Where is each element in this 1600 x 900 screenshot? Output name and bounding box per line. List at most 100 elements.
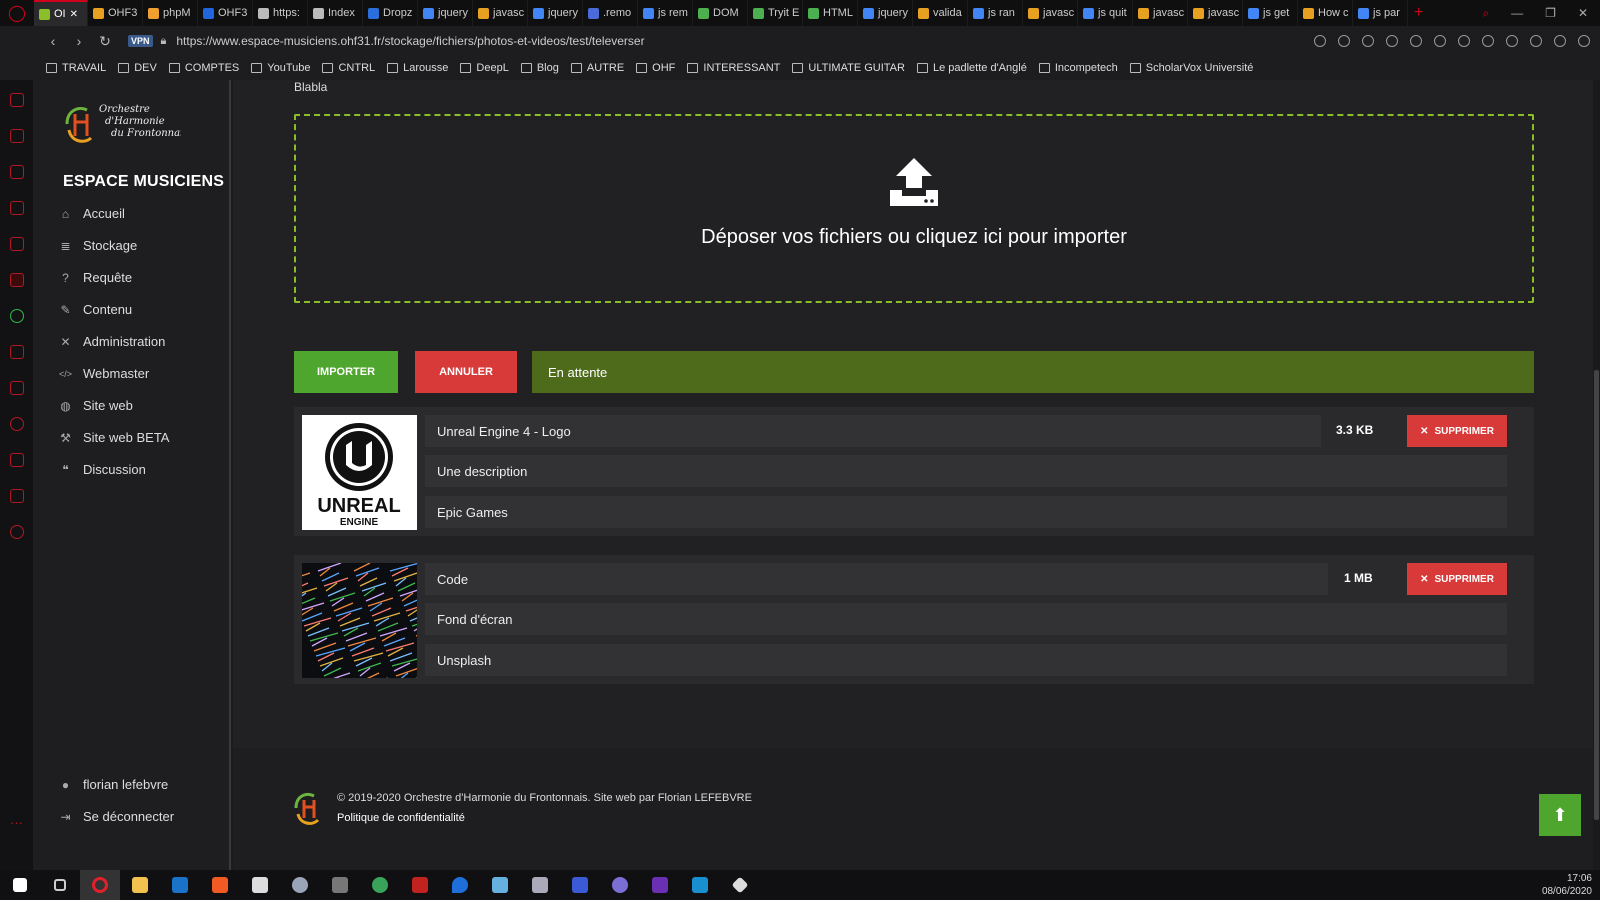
sidebar-item[interactable]: ❝ Discussion	[58, 462, 146, 477]
opera-app[interactable]	[80, 870, 120, 900]
bookmark-item[interactable]: Larousse	[387, 62, 448, 74]
browser-tab[interactable]: Tryit E	[748, 0, 803, 26]
browser-tab[interactable]: javasc	[1188, 0, 1243, 26]
browser-tab[interactable]: valida	[913, 0, 968, 26]
whatsapp-icon[interactable]	[9, 309, 24, 323]
bookmark-item[interactable]: OHF	[636, 62, 675, 74]
sidebar-item[interactable]: </> Webmaster	[58, 366, 149, 381]
browser-tab[interactable]: Dropz	[363, 0, 418, 26]
lock-icon[interactable]: 🔒︎	[161, 35, 167, 48]
sidebar-item[interactable]: ✕ Administration	[58, 334, 165, 349]
cancel-button[interactable]: ANNULER	[415, 351, 517, 393]
close-tab-icon[interactable]: ✕	[70, 9, 78, 20]
import-button[interactable]: IMPORTER	[294, 351, 398, 393]
task-view-button[interactable]	[40, 870, 80, 900]
outlook-app[interactable]	[160, 870, 200, 900]
bookmark-item[interactable]: AUTRE	[570, 62, 624, 74]
snapshot-icon[interactable]	[1314, 35, 1326, 47]
app-pinned[interactable]	[600, 870, 640, 900]
settings-icon[interactable]	[9, 525, 24, 539]
dropzone[interactable]: Déposer vos fichiers ou cliquez ici pour…	[294, 114, 1534, 303]
profile-icon[interactable]	[1530, 35, 1542, 47]
user-profile-link[interactable]: ● florian lefebvre	[58, 777, 168, 792]
home-icon[interactable]	[9, 201, 24, 215]
google-icon[interactable]	[1506, 35, 1518, 47]
heart-icon[interactable]	[1386, 35, 1398, 47]
calculator-app[interactable]	[240, 870, 280, 900]
download-icon[interactable]	[9, 453, 24, 467]
file-description-field[interactable]: Fond d'écran	[425, 603, 1507, 635]
browser-tab[interactable]: https:	[253, 0, 308, 26]
close-window-icon[interactable]: ✕	[1578, 6, 1588, 21]
browser-tab[interactable]: How c	[1298, 0, 1353, 26]
browser-tab[interactable]: jquery	[418, 0, 473, 26]
app-pinned[interactable]	[320, 870, 360, 900]
browser-tab[interactable]: js ran	[968, 0, 1023, 26]
bookmark-item[interactable]: DeepL	[460, 62, 509, 74]
browser-tab[interactable]: HTML	[803, 0, 858, 26]
brave-app[interactable]	[200, 870, 240, 900]
file-source-field[interactable]: Epic Games	[425, 496, 1507, 528]
extension-icon[interactable]	[1410, 35, 1422, 47]
file-title-field[interactable]: Unreal Engine 4 - Logo	[425, 415, 1321, 447]
extension-icon[interactable]	[1458, 35, 1470, 47]
grid-icon[interactable]	[9, 381, 24, 395]
bookmark-item[interactable]: ScholarVox Université	[1129, 62, 1253, 74]
browser-tab[interactable]: Index	[308, 0, 363, 26]
calendar-app[interactable]	[560, 870, 600, 900]
bookmark-item[interactable]: YouTube	[251, 62, 310, 74]
extension-icon[interactable]	[1482, 35, 1494, 47]
browser-tab[interactable]: js par	[1353, 0, 1408, 26]
history-icon[interactable]	[9, 417, 24, 431]
start-button[interactable]	[0, 870, 40, 900]
tv-icon[interactable]	[9, 237, 24, 251]
vpn-badge[interactable]: VPN	[128, 35, 153, 47]
new-tab-icon[interactable]: +	[1414, 4, 1423, 22]
browser-tab[interactable]: js get	[1243, 0, 1298, 26]
app-pinned[interactable]	[520, 870, 560, 900]
browser-tab[interactable]: js quit	[1078, 0, 1133, 26]
delete-button[interactable]: ✕ SUPPRIMER	[1407, 563, 1507, 595]
bookmark-item[interactable]: Le padlette d'Anglé	[916, 62, 1027, 74]
send-icon[interactable]	[9, 345, 24, 359]
url-field[interactable]: https://www.espace-musiciens.ohf31.fr/st…	[176, 34, 644, 48]
maps-app[interactable]	[440, 870, 480, 900]
forward-icon[interactable]: ›	[66, 33, 92, 49]
search-tabs-icon[interactable]: ⌕	[1482, 6, 1489, 21]
logout-link[interactable]: ⇥ Se déconnecter	[58, 809, 174, 824]
browser-tab[interactable]: js rem	[638, 0, 693, 26]
bookmark-item[interactable]: INTERESSANT	[687, 62, 780, 74]
browser-tab[interactable]: OI ✕	[34, 0, 88, 26]
trello-app[interactable]	[680, 870, 720, 900]
site-logo[interactable]: Orchestre d'Harmonie du Frontonnais	[61, 100, 181, 148]
sidebar-item[interactable]: ◍ Site web	[58, 398, 133, 413]
adblock-icon[interactable]	[1338, 35, 1350, 47]
bookmark-item[interactable]: DEV	[118, 62, 157, 74]
browser-tab[interactable]: jquery	[528, 0, 583, 26]
speed-dial-icon[interactable]	[9, 93, 24, 107]
sidebar-item[interactable]: ⌂ Accueil	[58, 206, 125, 221]
browser-tab[interactable]: javasc	[473, 0, 528, 26]
restore-icon[interactable]: ❐	[1545, 6, 1556, 21]
browser-tab[interactable]: OHF3	[88, 0, 143, 26]
delete-button[interactable]: ✕ SUPPRIMER	[1407, 415, 1507, 447]
minimize-icon[interactable]: —	[1511, 6, 1523, 21]
sidebar-item[interactable]: ≣ Stockage	[58, 238, 137, 253]
download-icon[interactable]	[1554, 35, 1566, 47]
system-clock[interactable]: 17:06 08/06/2020	[1542, 872, 1600, 898]
app-pinned[interactable]	[640, 870, 680, 900]
browser-tab[interactable]: phpM	[143, 0, 198, 26]
news-icon[interactable]	[9, 129, 24, 143]
sidebar-item[interactable]: ? Requête	[58, 270, 132, 285]
browser-tab[interactable]: OHF3	[198, 0, 253, 26]
app-pinned[interactable]	[720, 870, 760, 900]
more-icon[interactable]: ···	[10, 815, 23, 830]
flow-icon[interactable]	[1362, 35, 1374, 47]
reload-icon[interactable]: ↻	[92, 33, 118, 50]
back-icon[interactable]: ‹	[40, 33, 66, 49]
menu-icon[interactable]	[1578, 35, 1590, 47]
browser-tab[interactable]: DOM	[693, 0, 748, 26]
cube-icon[interactable]	[9, 489, 24, 503]
back-to-top-button[interactable]: ⬆	[1539, 794, 1581, 836]
scrollbar-thumb[interactable]	[1594, 370, 1599, 820]
